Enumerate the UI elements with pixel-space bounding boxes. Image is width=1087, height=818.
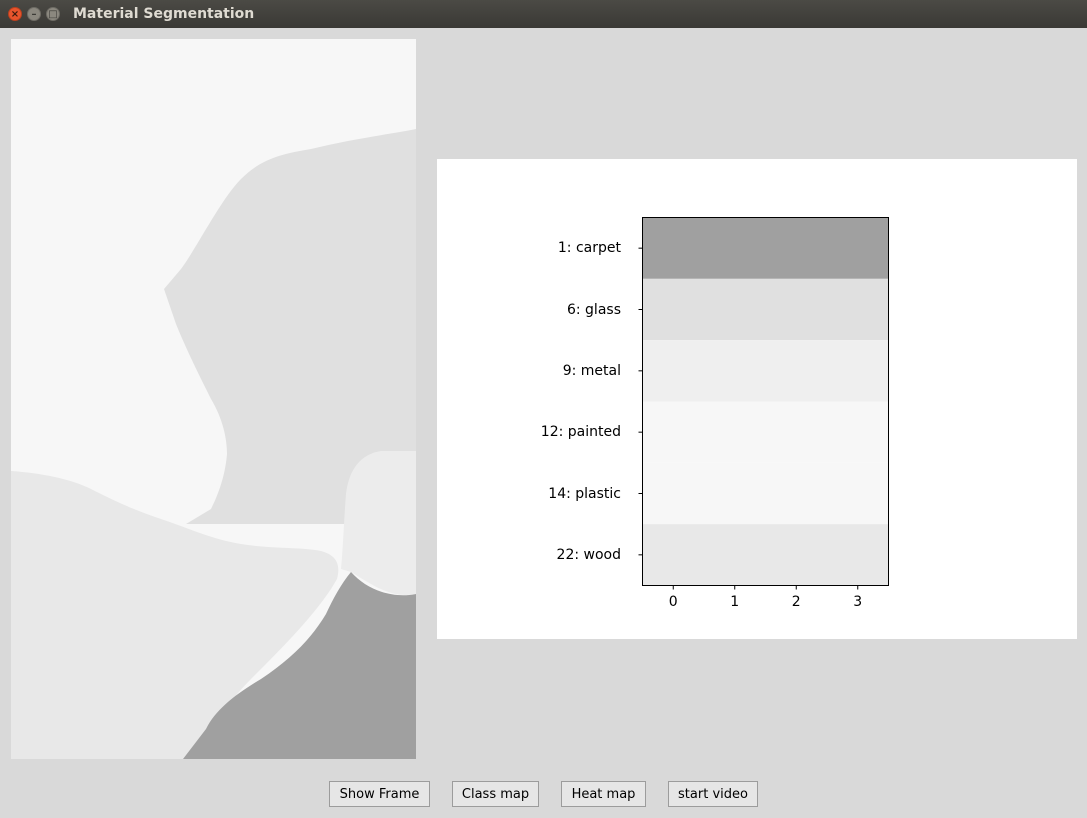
x-tick-label: 2 <box>791 594 801 610</box>
class-heatmap <box>638 217 889 590</box>
heatmap-row-cell <box>642 401 889 463</box>
title-bar: × – □ Material Segmentation <box>0 0 1087 28</box>
heat-map-button[interactable]: Heat map <box>561 781 646 807</box>
class-map-button[interactable]: Class map <box>452 781 539 807</box>
y-tick-label: 6: glass <box>566 301 621 318</box>
y-tick-label: 12: painted <box>540 424 621 441</box>
x-tick-label: 3 <box>853 594 863 610</box>
heatmap-row-cell <box>642 340 889 402</box>
minimize-window-icon[interactable]: – <box>27 7 41 21</box>
heatmap-row-cell <box>642 217 889 279</box>
class-heatmap-panel: 1: carpet 6: glass 9: metal 12: painted 14: … <box>437 159 1077 639</box>
y-tick-label: 1: carpet <box>557 240 621 257</box>
start-video-button[interactable]: start video <box>668 781 758 807</box>
window-title: Material Segmentation <box>73 6 255 22</box>
heatmap-row-cell <box>642 524 889 586</box>
y-tick-label: 14: plastic <box>548 485 621 502</box>
close-window-icon[interactable]: × <box>8 7 22 21</box>
x-tick-label: 1 <box>730 594 740 610</box>
heatmap-row-cell <box>642 462 889 525</box>
segmentation-frame <box>11 39 416 759</box>
y-tick-label: 22: wood <box>556 546 621 563</box>
heatmap-row-cell <box>642 278 889 341</box>
maximize-window-icon[interactable]: □ <box>46 7 60 21</box>
x-tick-label: 0 <box>668 594 678 610</box>
y-tick-label: 9: metal <box>562 362 621 379</box>
show-frame-button[interactable]: Show Frame <box>329 781 430 807</box>
